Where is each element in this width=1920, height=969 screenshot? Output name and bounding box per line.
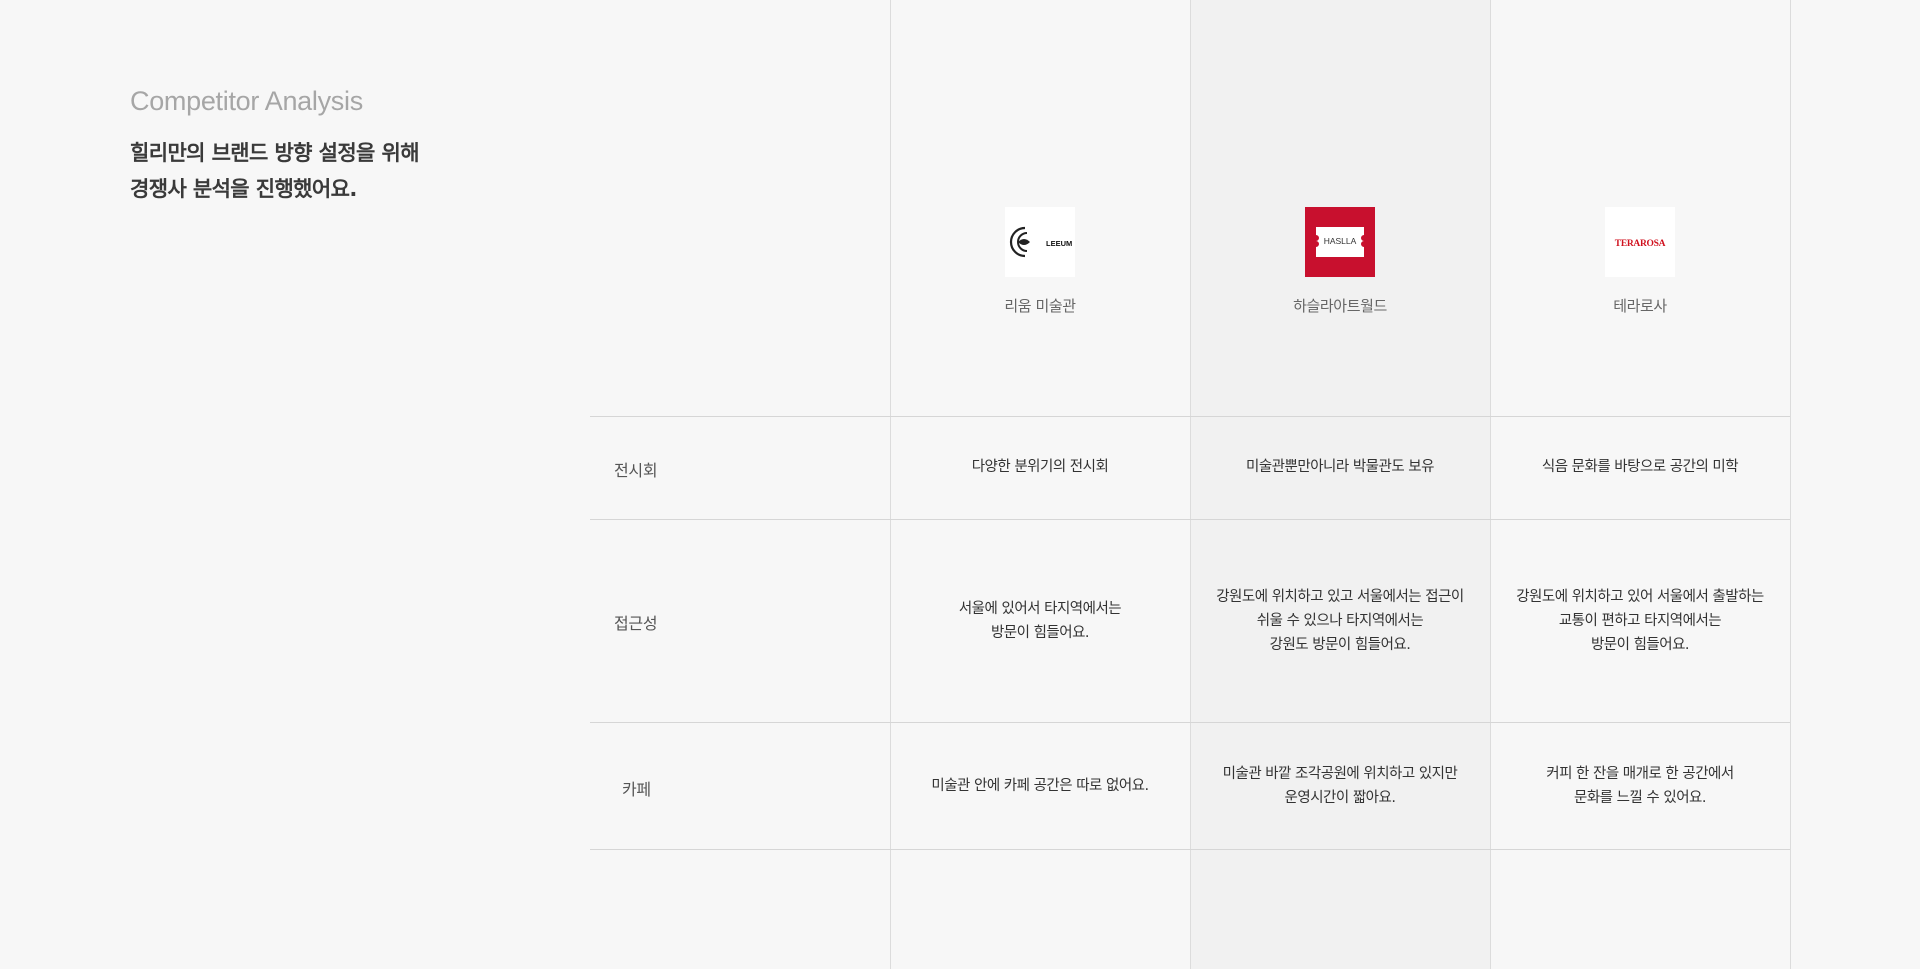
intro-section: Competitor Analysis 힐리만의 브랜드 방향 설정을 위해 경… — [130, 86, 550, 207]
cell-cafe-terarosa: 커피 한 잔을 매개로 한 공간에서 문화를 느낄 수 있어요. — [1490, 762, 1790, 810]
haslla-logo-text: HASLLA — [1324, 236, 1357, 246]
heading-line-1: 힐리만의 브랜드 방향 설정을 위해 — [130, 141, 420, 165]
cell-cafe-haslla: 미술관 바깥 조각공원에 위치하고 있지만 운영시간이 짧아요. — [1190, 762, 1490, 810]
terarosa-wordmark-icon: TERAROSA — [1615, 239, 1666, 249]
row-label-cafe: 카페 — [622, 780, 651, 799]
competitor-leeum: LEEUM 리움 미술관 — [890, 207, 1190, 316]
competitor-name: 테라로사 — [1613, 297, 1667, 315]
grid-divider — [890, 0, 891, 969]
leeum-logo-text: LEEUM — [1046, 239, 1072, 248]
cell-text: 다양한 분위기의 전시회 — [971, 459, 1109, 475]
cell-text: 방문이 힘들어요. — [990, 625, 1090, 641]
grid-divider — [1790, 0, 1791, 969]
cell-text: 미술관뿐만아니라 박물관도 보유 — [1246, 459, 1434, 475]
terarosa-logo: TERAROSA — [1605, 207, 1675, 277]
cell-text: 쉬울 수 있으나 타지역에서는 — [1256, 613, 1424, 629]
cell-cafe-leeum: 미술관 안에 카페 공간은 따로 없어요. — [890, 774, 1190, 798]
highlight-column — [1190, 0, 1490, 969]
cell-text: 운영시간이 짧아요. — [1284, 790, 1396, 806]
cell-text: 문화를 느낄 수 있어요. — [1574, 790, 1707, 806]
section-heading: 힐리만의 브랜드 방향 설정을 위해 경쟁사 분석을 진행했어요. — [130, 135, 550, 207]
cell-text: 커피 한 잔을 매개로 한 공간에서 — [1546, 766, 1734, 782]
competitor-haslla: HASLLA 하슬라아트월드 — [1190, 207, 1490, 316]
heading-line-2: 경쟁사 분석을 진행했어요. — [130, 177, 357, 201]
cell-text: 교통이 편하고 타지역에서는 — [1558, 613, 1722, 629]
cell-text: 미술관 안에 카페 공간은 따로 없어요. — [931, 778, 1149, 794]
competitor-name: 하슬라아트월드 — [1293, 297, 1387, 315]
cell-exhibition-terarosa: 식음 문화를 바탕으로 공간의 미학 — [1490, 455, 1790, 479]
cell-access-leeum: 서울에 있어서 타지역에서는 방문이 힘들어요. — [890, 597, 1190, 645]
row-divider — [590, 722, 1790, 723]
cell-text: 방문이 힘들어요. — [1590, 637, 1690, 653]
row-divider — [590, 849, 1790, 850]
terarosa-logo-text: TERAROSA — [1615, 239, 1666, 249]
cell-access-terarosa: 강원도에 위치하고 있어 서울에서 출발하는 교통이 편하고 타지역에서는 방문… — [1490, 585, 1790, 657]
cell-text: 미술관 바깥 조각공원에 위치하고 있지만 — [1222, 766, 1458, 782]
cell-text: 서울에 있어서 타지역에서는 — [958, 601, 1122, 617]
grid-divider — [1190, 0, 1191, 969]
cell-text: 식음 문화를 바탕으로 공간의 미학 — [1541, 459, 1739, 475]
row-divider — [590, 416, 1790, 417]
cell-exhibition-leeum: 다양한 분위기의 전시회 — [890, 455, 1190, 479]
haslla-logo: HASLLA — [1305, 207, 1375, 277]
cell-text: 강원도에 위치하고 있고 서울에서는 접근이 — [1216, 589, 1464, 605]
cell-exhibition-haslla: 미술관뿐만아니라 박물관도 보유 — [1190, 455, 1490, 479]
section-eyebrow: Competitor Analysis — [130, 86, 363, 116]
cell-text: 강원도 방문이 힘들어요. — [1269, 637, 1411, 653]
competitor-name: 리움 미술관 — [1004, 297, 1076, 315]
cell-text: 강원도에 위치하고 있어 서울에서 출발하는 — [1516, 589, 1764, 605]
competitor-terarosa: TERAROSA 테라로사 — [1490, 207, 1790, 316]
row-label-exhibition: 전시회 — [614, 461, 658, 480]
leeum-logo: LEEUM — [1005, 207, 1075, 277]
leeum-swirl-icon: LEEUM — [1009, 226, 1072, 258]
haslla-ticket-icon: HASLLA — [1316, 227, 1364, 257]
row-label-access: 접근성 — [614, 614, 658, 633]
grid-divider — [1490, 0, 1491, 969]
row-divider — [590, 519, 1790, 520]
cell-access-haslla: 강원도에 위치하고 있고 서울에서는 접근이 쉬울 수 있으나 타지역에서는 강… — [1190, 585, 1490, 657]
